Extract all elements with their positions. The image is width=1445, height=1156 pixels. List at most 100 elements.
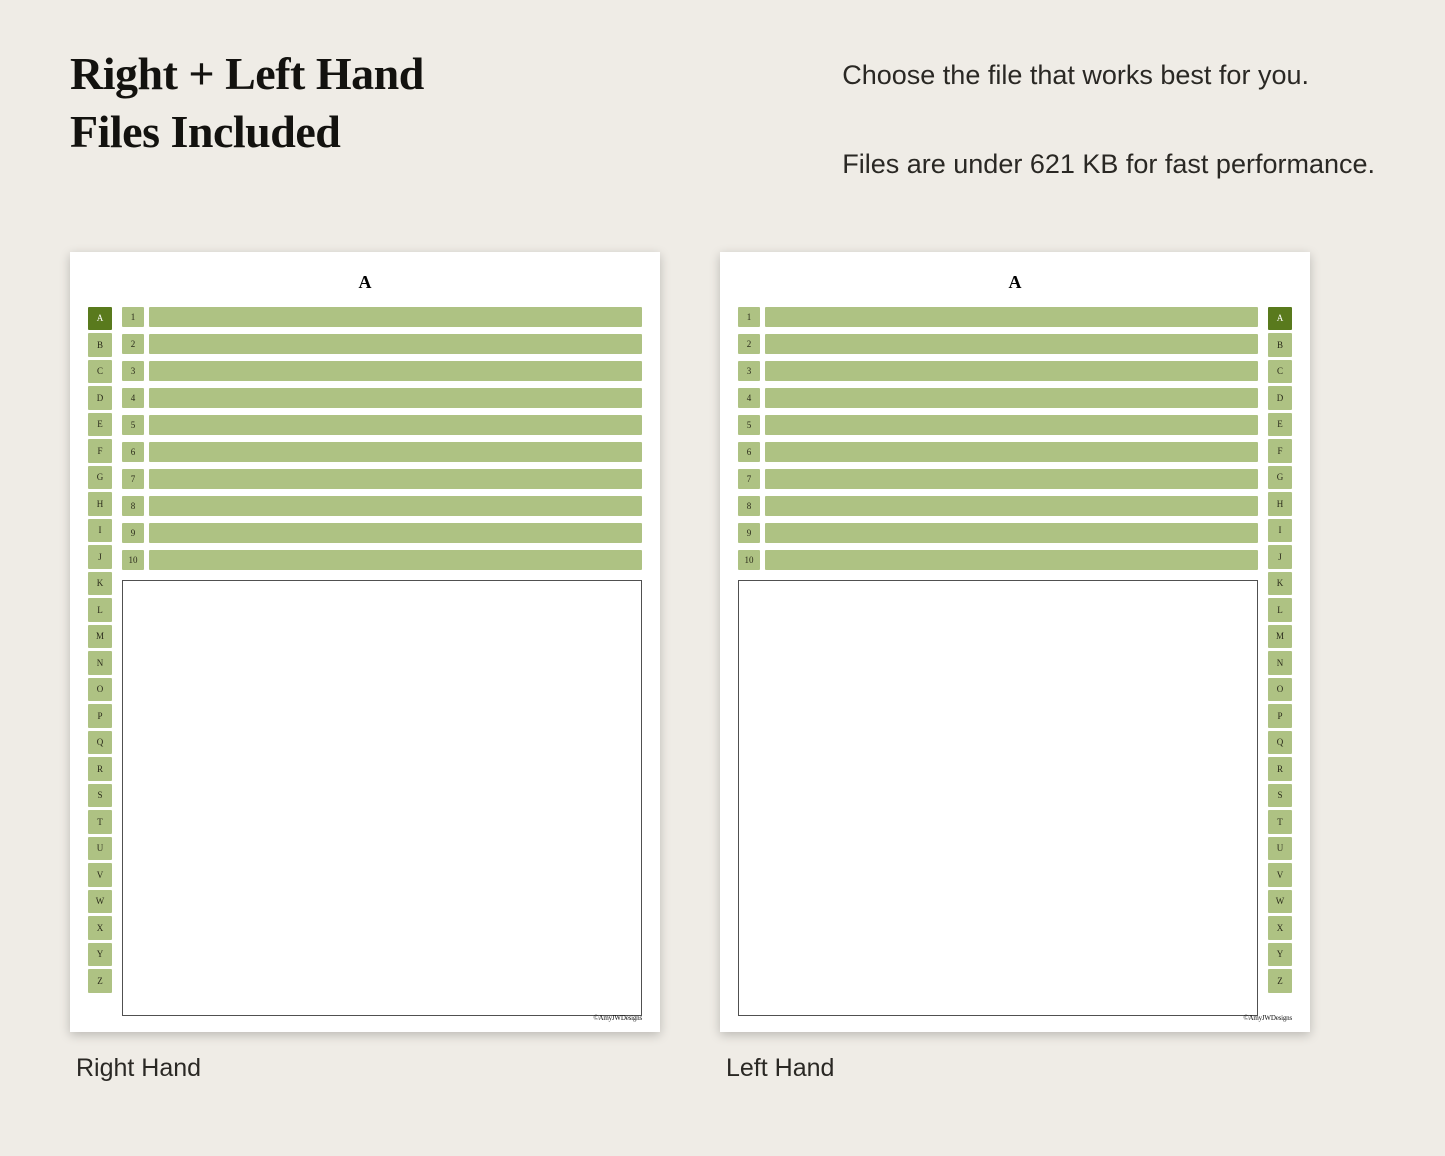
alpha-tab-u[interactable]: U — [1268, 837, 1292, 861]
alpha-tab-a[interactable]: A — [88, 307, 112, 331]
entry-row: 5 — [122, 415, 642, 435]
notes-box-right — [122, 580, 642, 1016]
row-number: 4 — [122, 388, 144, 408]
alpha-tab-f[interactable]: F — [88, 439, 112, 463]
content-left: 12345678910 — [738, 307, 1258, 1016]
page-letter-left: A — [738, 272, 1292, 293]
alpha-tab-i[interactable]: I — [88, 519, 112, 543]
alpha-tab-f[interactable]: F — [1268, 439, 1292, 463]
alpha-tab-h[interactable]: H — [1268, 492, 1292, 516]
entry-row: 7 — [122, 469, 642, 489]
page-title: Right + Left Hand Files Included — [70, 45, 424, 187]
row-bar — [765, 361, 1258, 381]
alpha-tab-b[interactable]: B — [1268, 333, 1292, 357]
alpha-tab-s[interactable]: S — [1268, 784, 1292, 808]
alpha-tab-o[interactable]: O — [1268, 678, 1292, 702]
alpha-tab-j[interactable]: J — [88, 545, 112, 569]
alpha-tab-n[interactable]: N — [1268, 651, 1292, 675]
alpha-tab-r[interactable]: R — [1268, 757, 1292, 781]
alpha-tab-x[interactable]: X — [1268, 916, 1292, 940]
entry-row: 9 — [738, 523, 1258, 543]
alpha-tab-g[interactable]: G — [1268, 466, 1292, 490]
alpha-tab-p[interactable]: P — [88, 704, 112, 728]
alpha-tab-w[interactable]: W — [88, 890, 112, 914]
entry-row: 10 — [122, 550, 642, 570]
notes-box-left — [738, 580, 1258, 1016]
alpha-tab-g[interactable]: G — [88, 466, 112, 490]
row-bar — [765, 496, 1258, 516]
row-bar — [149, 388, 642, 408]
alpha-tab-k[interactable]: K — [88, 572, 112, 596]
caption-right: Right Hand — [70, 1054, 660, 1083]
alpha-tab-a[interactable]: A — [1268, 307, 1292, 331]
alpha-tab-t[interactable]: T — [88, 810, 112, 834]
entry-row: 6 — [122, 442, 642, 462]
row-number: 2 — [122, 334, 144, 354]
entry-row: 3 — [738, 361, 1258, 381]
row-bar — [149, 496, 642, 516]
alpha-tab-e[interactable]: E — [1268, 413, 1292, 437]
entry-row: 8 — [738, 496, 1258, 516]
alpha-tab-l[interactable]: L — [88, 598, 112, 622]
row-number: 10 — [122, 550, 144, 570]
alpha-tab-w[interactable]: W — [1268, 890, 1292, 914]
alpha-tab-x[interactable]: X — [88, 916, 112, 940]
alpha-tab-v[interactable]: V — [88, 863, 112, 887]
alpha-tab-j[interactable]: J — [1268, 545, 1292, 569]
alpha-tab-o[interactable]: O — [88, 678, 112, 702]
alpha-tab-e[interactable]: E — [88, 413, 112, 437]
row-bar — [149, 550, 642, 570]
alpha-tab-p[interactable]: P — [1268, 704, 1292, 728]
row-number: 1 — [122, 307, 144, 327]
alpha-tab-q[interactable]: Q — [88, 731, 112, 755]
title-line-2: Files Included — [70, 106, 340, 157]
alpha-tab-q[interactable]: Q — [1268, 731, 1292, 755]
alpha-tab-m[interactable]: M — [88, 625, 112, 649]
entry-row: 8 — [122, 496, 642, 516]
alpha-tab-c[interactable]: C — [1268, 360, 1292, 384]
alpha-tabs-right: ABCDEFGHIJKLMNOPQRSTUVWXYZ — [88, 307, 112, 1016]
row-bar — [149, 361, 642, 381]
row-bar — [765, 523, 1258, 543]
alpha-tab-i[interactable]: I — [1268, 519, 1292, 543]
alpha-tab-u[interactable]: U — [88, 837, 112, 861]
alpha-tab-c[interactable]: C — [88, 360, 112, 384]
row-bar — [149, 523, 642, 543]
desc-line-1: Choose the file that works best for you. — [842, 60, 1309, 90]
alpha-tab-z[interactable]: Z — [1268, 969, 1292, 993]
row-number: 3 — [122, 361, 144, 381]
alpha-tab-b[interactable]: B — [88, 333, 112, 357]
row-number: 9 — [738, 523, 760, 543]
right-hand-page: A ABCDEFGHIJKLMNOPQRSTUVWXYZ 1 2 3 4 5 6 7 8 9 10… — [70, 252, 660, 1032]
entry-row: 1 — [122, 307, 642, 327]
alpha-tab-d[interactable]: D — [88, 386, 112, 410]
alpha-tab-d[interactable]: D — [1268, 386, 1292, 410]
alpha-tab-y[interactable]: Y — [88, 943, 112, 967]
alpha-tab-r[interactable]: R — [88, 757, 112, 781]
row-bar — [149, 442, 642, 462]
alpha-tab-y[interactable]: Y — [1268, 943, 1292, 967]
row-number: 5 — [738, 415, 760, 435]
entry-row: 2 — [738, 334, 1258, 354]
alpha-tab-v[interactable]: V — [1268, 863, 1292, 887]
alpha-tab-l[interactable]: L — [1268, 598, 1292, 622]
alpha-tab-n[interactable]: N — [88, 651, 112, 675]
row-number: 3 — [738, 361, 760, 381]
entry-rows-right: 1 2 3 4 5 6 7 8 9 10 — [122, 307, 642, 570]
row-number: 4 — [738, 388, 760, 408]
row-bar — [765, 388, 1258, 408]
caption-left: Left Hand — [720, 1054, 1310, 1083]
row-bar — [765, 442, 1258, 462]
entry-row: 3 — [122, 361, 642, 381]
alpha-tab-s[interactable]: S — [88, 784, 112, 808]
row-number: 6 — [738, 442, 760, 462]
row-number: 9 — [122, 523, 144, 543]
row-bar — [765, 334, 1258, 354]
alpha-tab-t[interactable]: T — [1268, 810, 1292, 834]
alpha-tab-m[interactable]: M — [1268, 625, 1292, 649]
row-number: 8 — [738, 496, 760, 516]
alpha-tab-k[interactable]: K — [1268, 572, 1292, 596]
description: Choose the file that works best for you.… — [842, 45, 1375, 187]
alpha-tab-z[interactable]: Z — [88, 969, 112, 993]
alpha-tab-h[interactable]: H — [88, 492, 112, 516]
